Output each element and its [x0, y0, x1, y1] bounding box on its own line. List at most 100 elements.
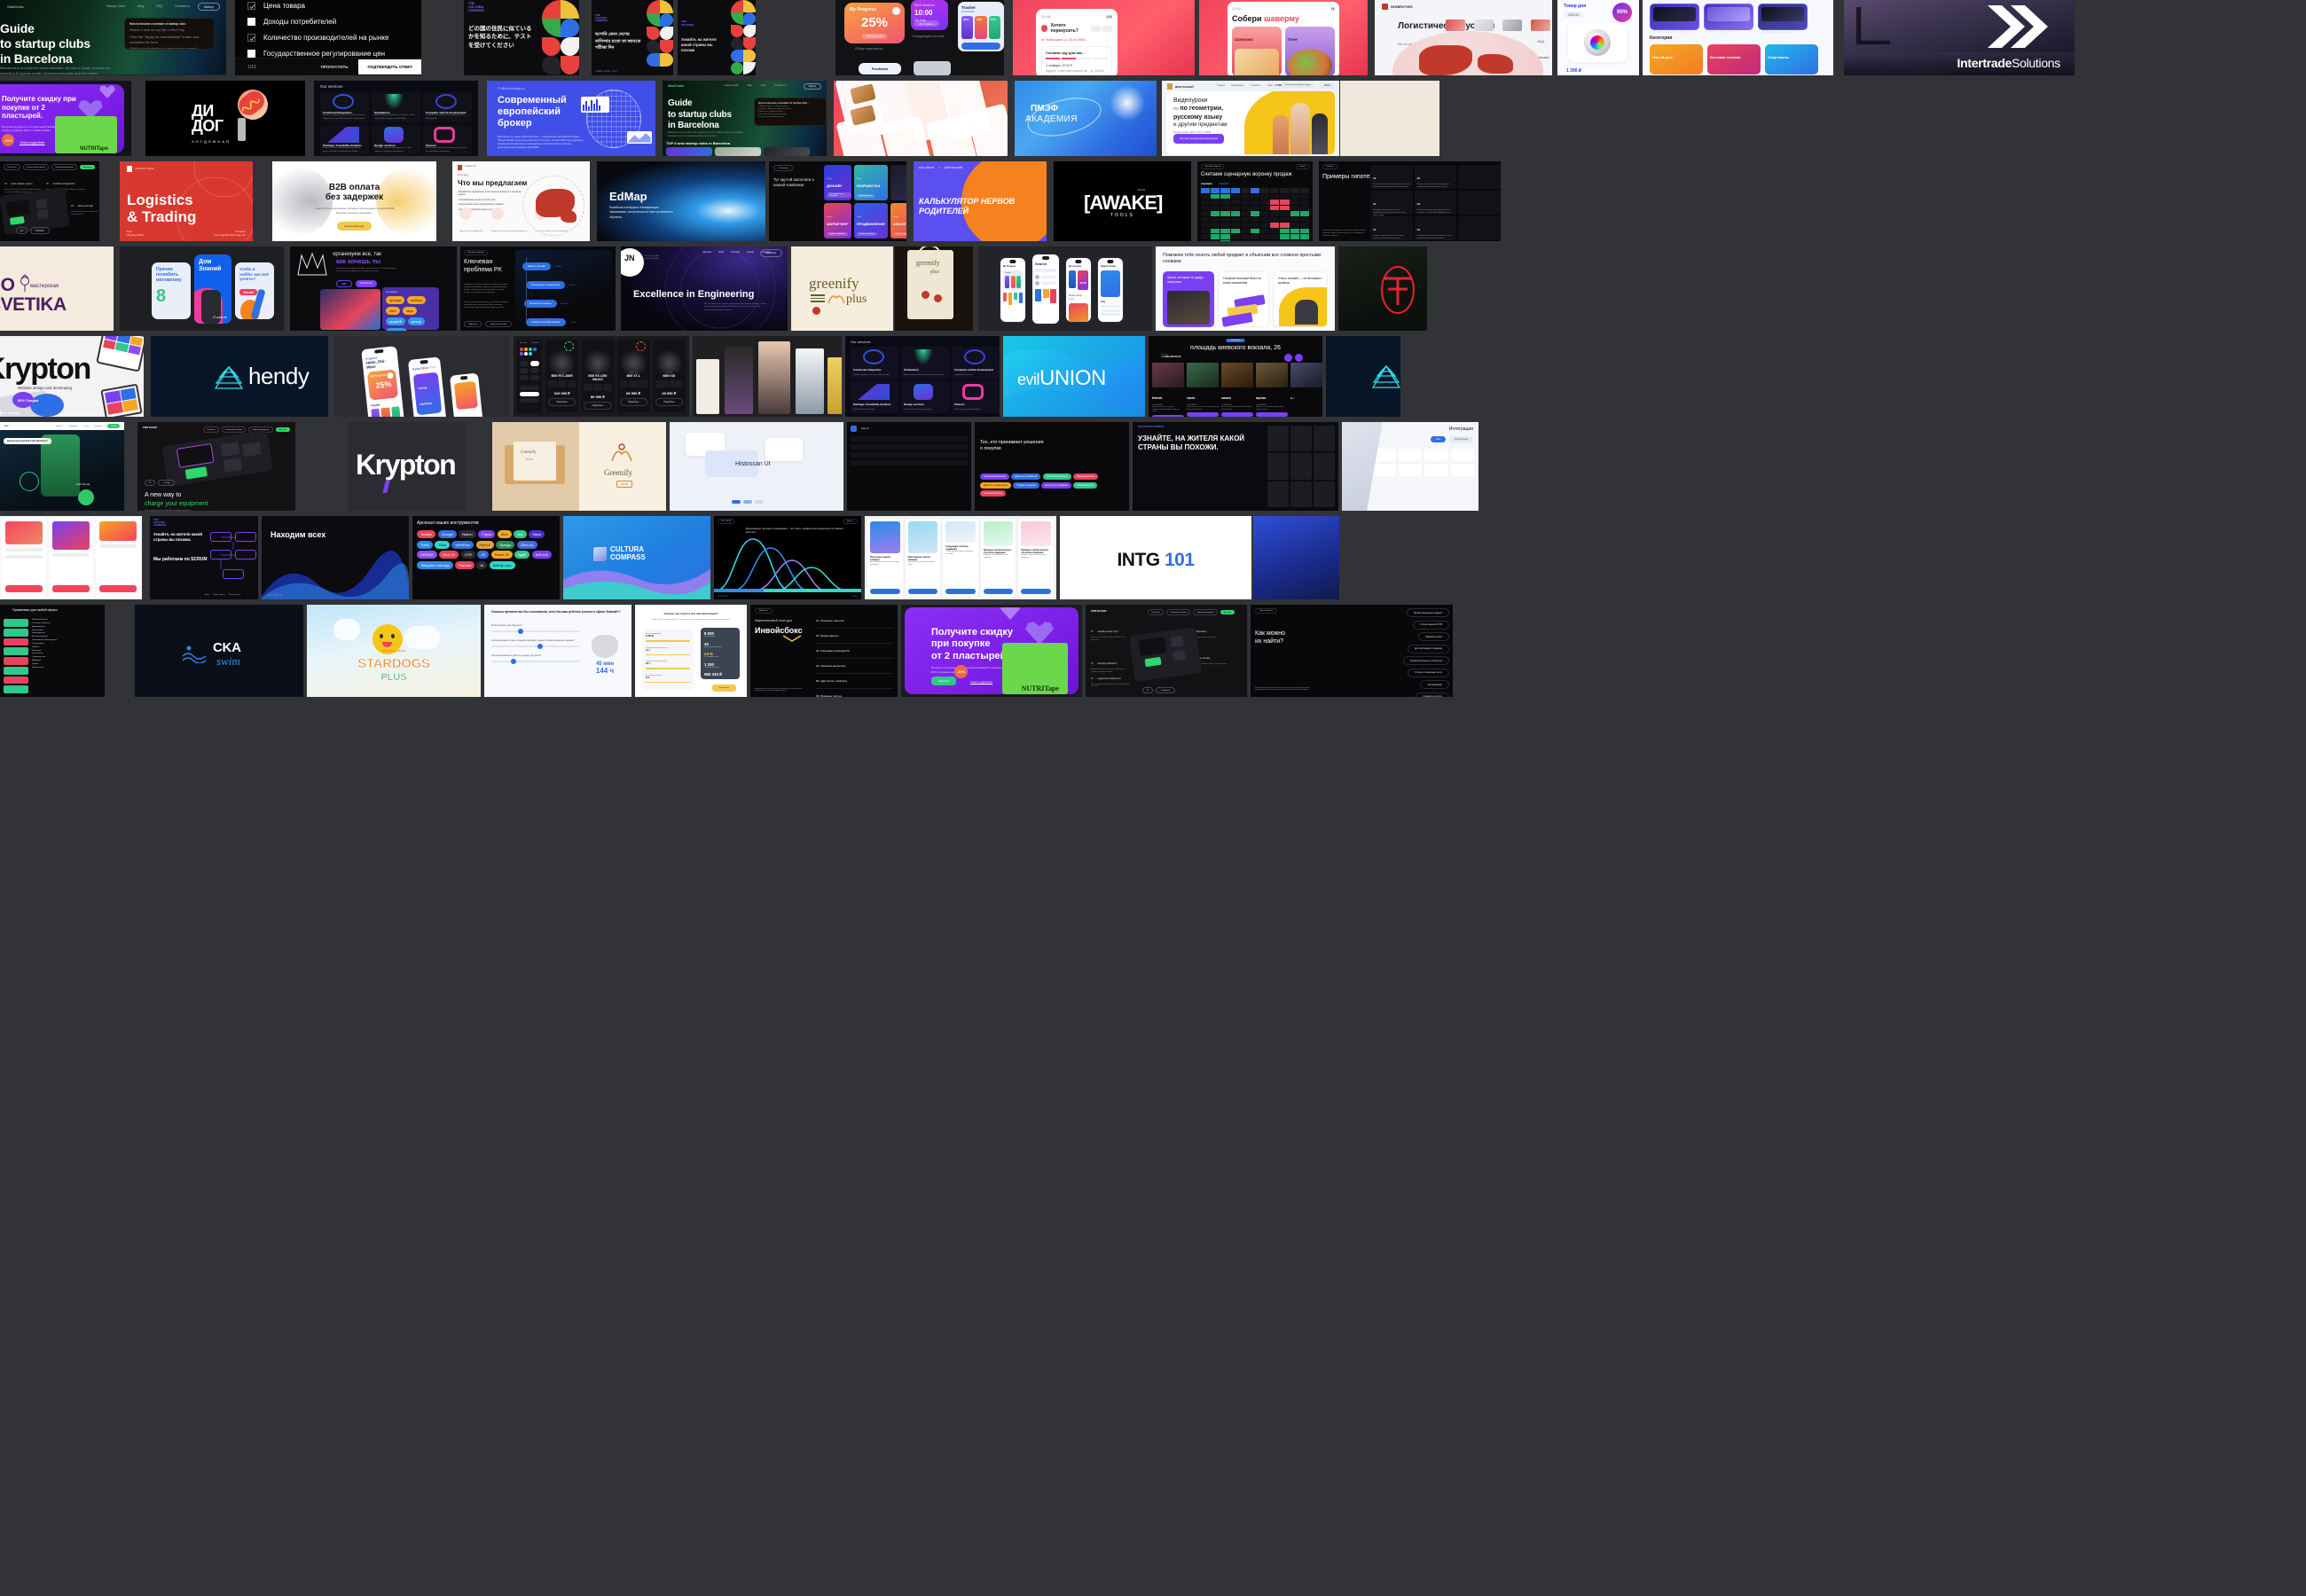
chip-8[interactable]: Главный бухгалтер [980, 490, 1007, 497]
project-card-country-quiz-dark[interactable]: THE CULTURA COMPASS УЗНАЙТЕ, НА ЖИТЕЛЯ К… [1133, 422, 1338, 511]
step-3[interactable]: Кликнул на FAQ-вопрос [526, 317, 567, 326]
chip-4[interactable]: Miro [497, 530, 512, 538]
chip-1[interactable]: Google [437, 530, 457, 538]
chip-5[interactable]: Продакт-менеджер [1013, 481, 1039, 489]
tag-0[interactable]: софт [336, 280, 352, 287]
project-card-edmap-cover[interactable]: EdMap Новейшая платформа геймификации об… [597, 161, 765, 241]
btn-0[interactable]: Подробнее [464, 321, 482, 327]
nav-item-1[interactable]: Blog [748, 84, 752, 87]
project-card-hendy-logo-2[interactable] [1326, 336, 1400, 417]
project-card-onboarding-screens[interactable]: Волонтеры первой команды Мы собрали для в… [865, 516, 1056, 599]
tracker-button[interactable] [961, 43, 1000, 50]
chip-14[interactable]: Next.JS [439, 551, 459, 559]
chip-2[interactable]: Названия поиска [1418, 632, 1449, 641]
plan-item-2[interactable]: 03. Ключевая проблема РК [816, 644, 893, 659]
project-card-what-we-offer[interactable]: TRANSPORT # это наш Что мы предлагаем • … [452, 161, 590, 241]
project-card-marketplace-grid[interactable]: iPhone 13 Pro и Pro Max Honor и Huawei S… [1643, 0, 1833, 75]
chip-18[interactable]: Agile [514, 551, 530, 559]
project-card-mobile-app-screens[interactable]: My Progress Tracker Search My sessions 1… [978, 246, 1152, 331]
tag-1[interactable]: мероприятие [355, 280, 378, 287]
chip-6[interactable]: Сертификации [1420, 680, 1449, 689]
plan-item-4[interactable]: 05. Agile Scrum marketing [816, 674, 893, 689]
cta-0[interactable]: Подробнее [548, 398, 576, 406]
step-0[interactable]: Зашел на сайт [522, 262, 552, 270]
project-card-pwr-board-hardware[interactable]: The device Customization options Support… [0, 161, 99, 241]
chip-3[interactable]: звук [403, 307, 417, 315]
project-card-nutritape-promo[interactable]: Получите скидку при покупке от 2 пластыр… [0, 81, 131, 156]
chip-0[interactable]: Yandex [417, 530, 436, 538]
project-card-tt-logo-forest[interactable] [1338, 246, 1427, 331]
nav-item-3[interactable]: Чаво? [1267, 84, 1274, 87]
project-card-nutritape-mobile[interactable] [0, 516, 142, 599]
nav-item-2[interactable]: FAQ [156, 4, 162, 8]
project-card-tutoring-landing[interactable]: Поможем тебе понять любой предмет и объя… [1156, 246, 1335, 331]
tab-1[interactable]: Customization options [22, 164, 50, 170]
nav-item-2[interactable]: FAQ [761, 84, 765, 87]
project-card-progress-cards[interactable]: My Progress 25% 10:00-11:00 Обзор прогре… [835, 0, 1004, 75]
project-card-quests-dark[interactable]: Квесты [847, 422, 971, 511]
buy-button[interactable]: Buy now [1220, 610, 1235, 614]
cta-button[interactable]: Как у нас проходит видеоконсультация [1173, 134, 1225, 144]
project-card-intertrade-solutions[interactable]: IntertradeSolutions [1844, 0, 2075, 75]
quiz-option-3[interactable]: Государственное регулирование цен [263, 50, 385, 58]
quiz-option-0[interactable]: Цена товара [263, 2, 305, 10]
download-button[interactable]: Скачать [1295, 164, 1309, 169]
nav-item-0[interactable]: Главная [1217, 84, 1225, 87]
chip-1[interactable]: Директор по развитию [1011, 473, 1041, 480]
project-card-greenify-packaging[interactable]: Greenify PLUS Greenify PLUS [492, 422, 666, 511]
project-card-dom-znaniy-landing[interactable]: ДОМ ЗНАНИЙ Главная Информация Стоимость … [1162, 81, 1339, 156]
chip-0[interactable]: Профессиональные издания [1406, 608, 1449, 617]
project-card-cultura-compass-cover[interactable]: CULTURA COMPASS [563, 516, 710, 599]
nav-item-1[interactable]: Информация [1231, 84, 1244, 87]
chip-9[interactable]: WebFlow [451, 540, 474, 549]
tab-2[interactable]: Supported equipment [1193, 609, 1218, 615]
tab-0[interactable]: Все [1431, 436, 1446, 442]
plan-item-1[interactable]: 02. Яндекс Директ [816, 629, 893, 644]
project-card-purchase-decision[interactable]: Тех, кто принимает решения о покупке Тех… [975, 422, 1129, 511]
chip-5[interactable]: декор [408, 317, 425, 325]
project-card-engineering-services[interactable]: Our services Functional Integration Seaml… [314, 81, 478, 156]
confirm-button[interactable]: ПОДТВЕРДИТЬ ОТВЕТ [358, 59, 421, 74]
cta-3[interactable]: Подробнее [655, 398, 683, 406]
project-card-moto-catalog[interactable]: Фильтры Сбросить Премиум BSE RTC-300R 319… [514, 336, 689, 417]
project-card-hello-obi-want[interactable]: Progress Hello, Obi-Wan! My Progress 25%… [334, 336, 510, 417]
project-card-automation-calculator[interactable]: Сколько времени вы бы сэкономили, если б… [484, 605, 631, 697]
chip-2[interactable]: Собственник бизнеса [1042, 473, 1071, 480]
project-card-find-everyone[interactable]: Находим всех EVIL UNION [262, 516, 409, 599]
project-card-nutritape-discount[interactable]: Получите скидку при покупке от 2 пластыр… [901, 605, 1082, 697]
plan-item-0[interactable]: 01. Описание таргетов [816, 614, 893, 629]
tab-0[interactable]: The device [1148, 609, 1164, 615]
cta-button[interactable]: Как это работает [336, 221, 373, 231]
project-card-broker-landing[interactable]: © Mind-Money.ru Современный европейский … [487, 81, 655, 156]
buy-button[interactable]: Buy now [275, 427, 290, 432]
project-card-food-delivery-app[interactable]: 13:46 ▮▮▮ Хотите перекусить? ул. Бабушки… [1013, 0, 1195, 75]
nav-item-0[interactable]: Startup Clubs [106, 4, 125, 8]
project-card-krypton-case[interactable]: Krypton Website design and developing 30… [0, 336, 144, 417]
project-card-how-to-find[interactable]: Поиск Гипотезы Как можно их найти? Ниже … [1251, 605, 1453, 697]
session-button[interactable]: Join session › [914, 20, 940, 27]
chip-5[interactable]: Jira [514, 530, 527, 538]
buy-button[interactable]: Buy now [80, 165, 96, 169]
trial-button[interactable]: Бесплатная пробная неделя [1282, 82, 1314, 88]
cta-button[interactable]: Рассчитать [711, 685, 736, 692]
project-card-dom-znaniy-cards[interactable]: Причин полюбить математику 8 Дом Знаний … [120, 246, 284, 331]
tab-0[interactable]: The device [203, 426, 219, 433]
project-card-ska-swim-logo[interactable]: CKA swim [135, 605, 303, 697]
project-card-blue-gradient-card[interactable] [1253, 516, 1339, 599]
project-card-b2b-payments[interactable]: B2B оплата без задержек Попробуйте компл… [272, 161, 436, 241]
quiz-option-2[interactable]: Количество производителей на рынке [263, 34, 388, 42]
chip-7[interactable]: Веб-разработчик [1073, 481, 1097, 489]
project-card-kievsky-venues[interactable]: 4 филиала площадь киевского вокзала, 26 … [1149, 336, 1322, 417]
cta-pill[interactable]: Startup [803, 83, 821, 90]
chip-3[interactable]: Для публикации к сервисам [1408, 644, 1449, 653]
cta-2[interactable]: Подробнее [619, 398, 647, 406]
chip-3[interactable]: Figma [478, 530, 496, 538]
project-card-random-distribution[interactable]: EVIL UNION Далее ↗ Вдохновение приходит … [714, 516, 861, 599]
project-card-integration-panel[interactable]: Интеграции Все Популярные [1342, 422, 1479, 511]
tile-0[interactable]: Шаверма [1235, 37, 1253, 42]
chip-22[interactable]: AI [476, 560, 488, 569]
checkbox-checked-1[interactable] [247, 34, 255, 42]
project-card-engineering-services-2[interactable]: Our services Functional Integration Seaml… [845, 336, 1000, 417]
tile-5[interactable]: Смартфоны [1768, 55, 1789, 59]
cta-pill[interactable]: Startup [197, 3, 220, 11]
